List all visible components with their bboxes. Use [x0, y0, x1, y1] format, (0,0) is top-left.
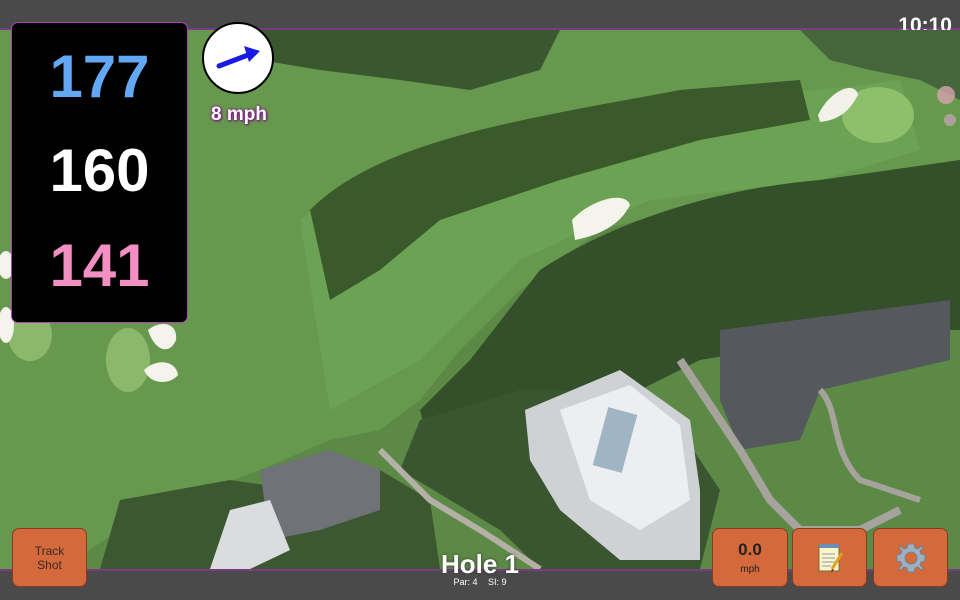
- track-shot-button[interactable]: Track Shot: [12, 528, 87, 587]
- distance-panel: 177 160 141: [11, 22, 188, 323]
- back-of-green-distance: 177: [49, 43, 150, 110]
- track-shot-label-line1: Track: [34, 543, 65, 558]
- notes-button[interactable]: [792, 528, 867, 587]
- gear-icon: [896, 543, 925, 572]
- speed-button[interactable]: 0.0 mph: [712, 528, 788, 587]
- wind-indicator: [202, 22, 274, 94]
- wind-speed-label: 8 mph: [211, 104, 267, 125]
- settings-button[interactable]: [873, 528, 948, 587]
- middle-of-green-distance: 160: [49, 137, 150, 204]
- track-shot-label-line2: Shot: [37, 557, 62, 572]
- hole-info: Par: 4 SI: 9: [400, 577, 560, 587]
- speed-unit: mph: [740, 564, 760, 575]
- front-of-green-distance: 141: [49, 232, 150, 299]
- notepad-icon: [818, 543, 843, 572]
- wind-direction-arrow-icon: [216, 46, 260, 69]
- speed-value: 0.0: [738, 540, 762, 559]
- stroke-index-label: SI: 9: [488, 577, 507, 587]
- hole-title: Hole 1: [440, 549, 520, 579]
- par-label: Par: 4: [453, 577, 478, 587]
